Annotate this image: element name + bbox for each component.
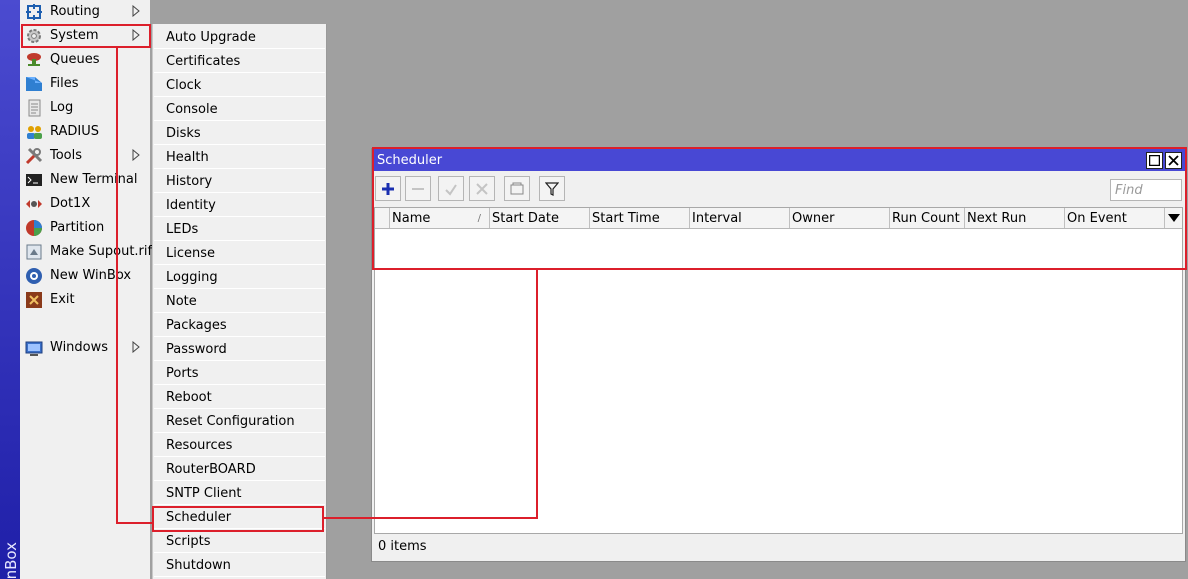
submenu-arrow-icon — [132, 5, 140, 17]
menu-item-radius[interactable]: RADIUS — [22, 120, 148, 143]
submenu-item-routerboard[interactable]: RouterBOARD — [154, 458, 325, 481]
submenu-item-scripts[interactable]: Scripts — [154, 530, 325, 553]
submenu-item-note[interactable]: Note — [154, 290, 325, 313]
submenu-arrow-icon — [132, 149, 140, 161]
supout-icon — [25, 243, 43, 261]
submenu-item-shutdown[interactable]: Shutdown — [154, 554, 325, 577]
submenu-item-disks[interactable]: Disks — [154, 122, 325, 145]
submenu-item-console[interactable]: Console — [154, 98, 325, 121]
submenu-item-license[interactable]: License — [154, 242, 325, 265]
winbox-side-strip: nBox — [0, 0, 20, 579]
submenu-item-logging[interactable]: Logging — [154, 266, 325, 289]
menu-label: RADIUS — [50, 124, 100, 139]
menu-label: Files — [50, 76, 79, 91]
status-bar: 0 items — [378, 539, 427, 554]
annotation-connector — [116, 47, 118, 524]
annotation-scheduler-highlight — [152, 506, 324, 532]
windows-icon — [25, 339, 43, 357]
menu-label: Routing — [50, 4, 100, 19]
menu-item-make-supout[interactable]: Make Supout.rif — [22, 240, 152, 263]
submenu-arrow-icon — [132, 341, 140, 353]
annotation-connector — [536, 269, 538, 519]
submenu-item-reboot[interactable]: Reboot — [154, 386, 325, 409]
menu-item-files[interactable]: Files — [22, 72, 148, 95]
annotation-connector — [116, 522, 153, 524]
submenu-item-auto-upgrade[interactable]: Auto Upgrade — [154, 26, 325, 49]
menu-label: New WinBox — [50, 268, 132, 283]
menu-label: New Terminal — [50, 172, 138, 187]
menu-label: Partition — [50, 220, 105, 235]
submenu-item-health[interactable]: Health — [154, 146, 325, 169]
menu-item-log[interactable]: Log — [22, 96, 148, 119]
routing-icon — [25, 3, 43, 21]
menu-item-new-terminal[interactable]: New Terminal — [22, 168, 148, 191]
annotation-window-highlight — [372, 147, 1187, 270]
menu-item-partition[interactable]: Partition — [22, 216, 148, 239]
submenu-item-reset-configuration[interactable]: Reset Configuration — [154, 410, 325, 433]
winbox-side-label: nBox — [2, 541, 20, 579]
users-icon — [25, 123, 43, 141]
submenu-item-identity[interactable]: Identity — [154, 194, 325, 217]
submenu-item-leds[interactable]: LEDs — [154, 218, 325, 241]
menu-item-exit[interactable]: Exit — [22, 288, 148, 311]
menu-item-dot1x[interactable]: Dot1X — [22, 192, 148, 215]
menu-item-routing[interactable]: Routing — [22, 0, 148, 23]
submenu-item-history[interactable]: History — [154, 170, 325, 193]
item-count: 0 items — [378, 539, 427, 554]
submenu-item-certificates[interactable]: Certificates — [154, 50, 325, 73]
queues-icon — [25, 51, 43, 69]
terminal-icon — [25, 171, 43, 189]
annotation-connector — [323, 517, 538, 519]
partition-icon — [25, 219, 43, 237]
dot1x-icon — [25, 195, 43, 213]
submenu-item-clock[interactable]: Clock — [154, 74, 325, 97]
submenu-item-password[interactable]: Password — [154, 338, 325, 361]
log-icon — [25, 99, 43, 117]
winbox-icon — [25, 267, 43, 285]
submenu-item-ports[interactable]: Ports — [154, 362, 325, 385]
menu-item-tools[interactable]: Tools — [22, 144, 148, 167]
menu-label: Windows — [50, 340, 109, 355]
exit-icon — [25, 291, 43, 309]
menu-label: Queues — [50, 52, 100, 67]
submenu-item-packages[interactable]: Packages — [154, 314, 325, 337]
submenu-item-sntp-client[interactable]: SNTP Client — [154, 482, 325, 505]
system-submenu: Auto Upgrade Certificates Clock Console … — [152, 24, 327, 579]
menu-label: Dot1X — [50, 196, 91, 211]
menu-item-queues[interactable]: Queues — [22, 48, 148, 71]
folder-icon — [25, 75, 43, 93]
menu-item-windows[interactable]: Windows — [22, 336, 148, 359]
annotation-system-highlight — [21, 24, 151, 48]
menu-label: Exit — [50, 292, 75, 307]
menu-label: Tools — [50, 148, 83, 163]
menu-label: Make Supout.rif — [50, 244, 153, 259]
tools-icon — [25, 147, 43, 165]
menu-label: Log — [50, 100, 74, 115]
menu-item-new-winbox[interactable]: New WinBox — [22, 264, 148, 287]
main-menu: Routing System Queues Files Log RADIUS T… — [20, 0, 152, 579]
submenu-item-resources[interactable]: Resources — [154, 434, 325, 457]
